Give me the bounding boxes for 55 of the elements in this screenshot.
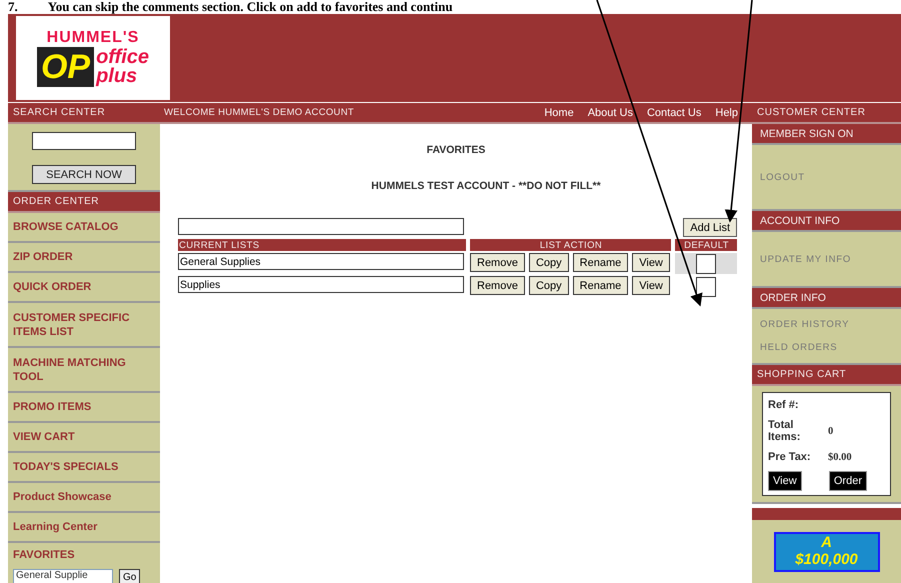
nav-link[interactable]: Contact Us <box>646 106 702 118</box>
action-button[interactable]: Rename <box>572 276 628 295</box>
list-name-field[interactable]: Supplies <box>178 276 464 293</box>
menu-link[interactable]: ZIP ORDER <box>8 243 160 273</box>
section-header: SEARCH CENTER <box>8 103 160 124</box>
menu-link[interactable]: MACHINE MATCHING TOOL <box>8 348 160 393</box>
column-header: CURRENT LISTS <box>178 239 466 251</box>
nav-link[interactable]: About Us <box>588 106 633 118</box>
nav-link[interactable]: Home <box>544 106 574 118</box>
menu-link[interactable]: Product Showcase <box>8 483 160 513</box>
menu-link[interactable]: QUICK ORDER <box>8 273 160 303</box>
search-button[interactable]: SEARCH NOW <box>32 165 136 184</box>
page-title: FAVORITES <box>426 144 486 156</box>
action-button[interactable]: Copy <box>528 253 569 272</box>
search-field[interactable] <box>32 132 136 150</box>
menu-link[interactable]: Learning Center <box>8 513 160 543</box>
section-header: ACCOUNT INFO <box>752 211 901 232</box>
cart-button[interactable]: View <box>768 471 802 491</box>
section-header: MEMBER SIGN ON <box>752 124 901 145</box>
action-button[interactable]: Remove <box>470 253 525 272</box>
action-button[interactable]: Copy <box>528 276 569 295</box>
add-list-button[interactable]: Add List <box>683 218 737 237</box>
action-button[interactable]: View <box>632 253 670 272</box>
instruction-text: You can skip the comments section. Click on add to favorites and continu <box>48 0 453 14</box>
cart-value: $0.00 <box>828 452 853 462</box>
section-header: CUSTOMER CENTER <box>752 103 901 124</box>
cart-label: Total Items: <box>768 419 802 443</box>
menu-link[interactable]: PROMO ITEMS <box>8 393 160 423</box>
nav-link[interactable]: Help <box>715 106 738 118</box>
menu-link[interactable]: CUSTOMER SPECIFIC ITEMS LIST <box>8 303 160 348</box>
action-button[interactable]: Remove <box>470 276 525 295</box>
section-header: ORDER INFO <box>752 288 901 309</box>
cart-label: Pre Tax: <box>768 451 812 463</box>
default-radio[interactable] <box>696 276 716 296</box>
action-button[interactable]: View <box>632 276 670 295</box>
cart-label: Ref #: <box>768 399 800 411</box>
section-header: ORDER CENTER <box>8 192 160 213</box>
column-header: LIST ACTION <box>470 239 671 251</box>
list-name-field[interactable]: General Supplies <box>178 253 464 270</box>
welcome-text: WELCOME HUMMEL'S DEMO ACCOUNT <box>164 107 355 118</box>
cart-value: 0 <box>828 426 834 436</box>
account-name: HUMMELS TEST ACCOUNT - **DO NOT FILL** <box>371 180 601 192</box>
step-number: 7. <box>8 0 18 14</box>
menu-link[interactable]: FAVORITES <box>13 549 155 561</box>
menu-link[interactable]: BROWSE CATALOG <box>8 213 160 243</box>
cart-button[interactable]: Order <box>828 471 867 491</box>
column-header: DEFAULT <box>675 239 737 251</box>
list-name-field[interactable] <box>178 218 464 235</box>
menu-link[interactable]: TODAY'S SPECIALS <box>8 453 160 483</box>
action-button[interactable]: Rename <box>572 253 628 272</box>
menu-link[interactable]: VIEW CART <box>8 423 160 453</box>
go-button[interactable]: Go <box>119 569 140 583</box>
section-header: SHOPPING CART <box>752 365 901 386</box>
list-dropdown[interactable]: General Supplie <box>13 569 113 583</box>
default-radio[interactable] <box>696 254 716 274</box>
